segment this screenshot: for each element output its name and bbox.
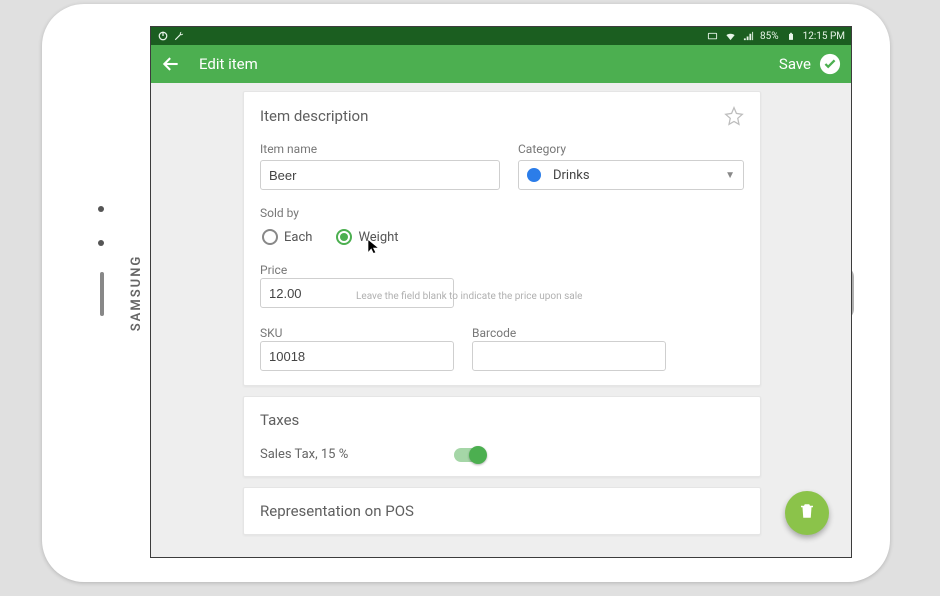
item-name-input[interactable] <box>260 160 500 190</box>
radio-each[interactable]: Each <box>262 229 312 245</box>
delete-fab[interactable] <box>785 491 829 535</box>
battery-icon <box>785 30 797 42</box>
tax-toggle[interactable] <box>454 448 484 462</box>
radio-icon <box>336 229 352 245</box>
sensor-dot <box>98 240 104 246</box>
check-circle-icon <box>819 53 841 75</box>
category-color-swatch <box>527 168 541 182</box>
taxes-card: Taxes Sales Tax, 15 % <box>243 396 761 477</box>
mouse-cursor-icon <box>366 238 380 252</box>
device-screen: 85% 12:15 PM Edit item Save <box>150 26 852 558</box>
barcode-label: Barcode <box>472 326 516 340</box>
page-title: Edit item <box>199 55 258 73</box>
status-bar: 85% 12:15 PM <box>151 27 851 45</box>
speaker-grill <box>100 272 104 316</box>
section-title: Item description <box>260 107 368 125</box>
tax-line-label: Sales Tax, 15 % <box>260 447 348 462</box>
radio-icon <box>262 229 278 245</box>
back-button[interactable] <box>161 54 181 74</box>
barcode-input[interactable] <box>472 341 666 371</box>
category-label: Category <box>518 142 744 156</box>
category-value: Drinks <box>553 168 590 183</box>
wrench-icon <box>173 30 185 42</box>
save-label: Save <box>779 55 811 73</box>
sku-label: SKU <box>260 326 282 340</box>
cast-icon <box>706 30 718 42</box>
action-bar: Edit item Save <box>151 45 851 83</box>
signal-icon <box>742 30 754 42</box>
clock-time: 12:15 PM <box>803 31 845 42</box>
power-icon <box>157 30 169 42</box>
item-description-card: Item description Item name Category <box>243 91 761 386</box>
save-button[interactable]: Save <box>779 53 841 75</box>
content-area: Item description Item name Category <box>151 83 851 557</box>
sku-input[interactable] <box>260 341 454 371</box>
item-name-label: Item name <box>260 142 500 156</box>
price-label: Price <box>260 263 287 277</box>
price-hint: Leave the field blank to indicate the pr… <box>356 291 582 302</box>
brand-logo: SAMSUNG <box>129 255 144 332</box>
star-icon[interactable] <box>724 106 744 126</box>
sensor-dot <box>98 206 104 212</box>
tablet-frame: SAMSUNG <box>42 4 890 582</box>
battery-percent: 85% <box>760 31 779 42</box>
chevron-down-icon: ▼ <box>725 170 735 181</box>
switch-knob <box>469 446 487 464</box>
section-title: Representation on POS <box>260 502 414 520</box>
radio-label-each: Each <box>284 230 312 245</box>
trash-icon <box>798 502 816 524</box>
wifi-icon <box>724 30 736 42</box>
category-select[interactable]: Drinks ▼ <box>518 160 744 190</box>
representation-card: Representation on POS <box>243 487 761 535</box>
section-title: Taxes <box>260 411 299 429</box>
sold-by-label: Sold by <box>260 206 299 220</box>
